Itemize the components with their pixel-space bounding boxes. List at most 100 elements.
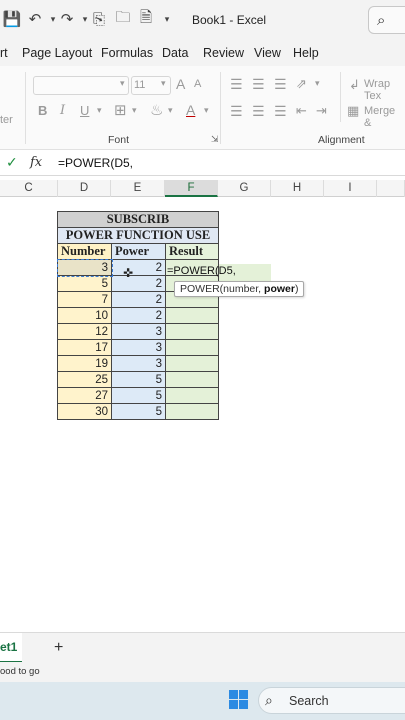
column-header-c[interactable]: C — [0, 180, 58, 197]
document-icon[interactable]: 🗎 — [137, 9, 155, 28]
column-header-f[interactable]: F — [165, 180, 218, 197]
borders-dropdown-icon[interactable]: ▾ — [132, 105, 137, 116]
number-cell[interactable]: 12 — [57, 323, 112, 340]
number-cell[interactable]: 27 — [57, 387, 112, 404]
power-cell[interactable]: 5 — [111, 387, 166, 404]
align-middle-icon[interactable]: ☰ — [252, 76, 265, 93]
function-tooltip[interactable]: POWER(number, power) — [174, 281, 305, 297]
align-left-icon[interactable]: ☰ — [230, 103, 243, 120]
power-cell[interactable]: 3 — [111, 355, 166, 372]
power-cell[interactable]: 5 — [111, 403, 166, 420]
header-power[interactable]: Power — [111, 243, 166, 260]
number-cell[interactable]: 3 — [56, 258, 113, 277]
column-header-g[interactable]: G — [218, 180, 271, 197]
font-size-dropdown-icon[interactable]: ▾ — [161, 78, 166, 89]
sheet-tab-sheet1[interactable]: et1 — [0, 633, 22, 663]
fill-dropdown-icon[interactable]: ▾ — [168, 105, 173, 116]
print-icon[interactable]: ⎘ — [90, 10, 108, 28]
align-right-icon[interactable]: ☰ — [274, 103, 287, 120]
align-center-icon[interactable]: ☰ — [252, 103, 265, 120]
power-cell[interactable]: 2 — [111, 259, 166, 276]
decrease-indent-icon[interactable]: ⇤ — [296, 103, 307, 119]
power-cell[interactable]: 2 — [111, 275, 166, 292]
wrap-text-button[interactable]: Wrap Tex — [364, 78, 405, 102]
power-cell[interactable]: 3 — [111, 339, 166, 356]
result-cell[interactable] — [165, 307, 219, 324]
number-cell[interactable]: 25 — [57, 371, 112, 388]
insert-function-icon[interactable]: fx — [30, 155, 42, 170]
power-cell[interactable]: 2 — [111, 291, 166, 308]
orientation-dropdown-icon[interactable]: ▾ — [315, 78, 320, 89]
menu-page-layout[interactable]: Page Layout — [22, 46, 92, 60]
column-header-i[interactable]: I — [324, 180, 377, 197]
column-header-d[interactable]: D — [58, 180, 111, 197]
grow-font-icon[interactable]: A — [176, 76, 185, 92]
borders-icon[interactable]: ⊞ — [114, 101, 127, 119]
number-cell[interactable]: 5 — [57, 275, 112, 292]
menu-review[interactable]: Review — [203, 46, 244, 60]
bold-button[interactable]: B — [38, 103, 47, 118]
increase-indent-icon[interactable]: ⇥ — [316, 103, 327, 119]
enter-check-icon[interactable]: ✓ — [6, 154, 18, 171]
table-row: 10 2 — [57, 307, 219, 324]
wrap-text-icon[interactable]: ↲ — [349, 77, 360, 93]
font-color-icon[interactable]: A — [186, 102, 195, 118]
number-cell[interactable]: 17 — [57, 339, 112, 356]
search-button[interactable]: ⌕ — [368, 6, 405, 34]
table-row: 19 3 — [57, 355, 219, 372]
number-cell[interactable]: 19 — [57, 355, 112, 372]
ribbon-separator — [220, 72, 221, 144]
menu-view[interactable]: View — [254, 46, 281, 60]
result-cell[interactable] — [165, 387, 219, 404]
customize-toolbar-icon[interactable]: ▾ — [158, 10, 176, 28]
font-name-select[interactable] — [33, 76, 129, 95]
align-bottom-icon[interactable]: ☰ — [274, 76, 287, 93]
font-name-dropdown-icon[interactable]: ▾ — [120, 78, 125, 89]
font-dialog-launcher-icon[interactable]: ⇲ — [211, 134, 219, 145]
result-cell[interactable] — [165, 371, 219, 388]
align-top-icon[interactable]: ☰ — [230, 76, 243, 93]
menu-help[interactable]: Help — [293, 46, 319, 60]
column-header-j[interactable] — [377, 180, 405, 197]
table-subtitle[interactable]: POWER FUNCTION USE — [57, 227, 219, 244]
result-cell[interactable] — [165, 355, 219, 372]
ribbon-separator — [25, 72, 26, 144]
underline-dropdown-icon[interactable]: ▾ — [97, 105, 102, 116]
windows-start-icon[interactable] — [229, 690, 248, 709]
table-title[interactable]: SUBSCRIB — [57, 211, 219, 228]
shrink-font-icon[interactable]: A — [194, 78, 201, 90]
merge-icon[interactable]: ▦ — [347, 103, 359, 119]
save-icon[interactable]: 💾 — [3, 10, 22, 28]
result-cell[interactable] — [165, 403, 219, 420]
power-cell[interactable]: 2 — [111, 307, 166, 324]
table-row: 12 3 — [57, 323, 219, 340]
power-cell[interactable]: 3 — [111, 323, 166, 340]
power-cell[interactable]: 5 — [111, 371, 166, 388]
header-number[interactable]: Number — [57, 243, 112, 260]
column-header-e[interactable]: E — [111, 180, 165, 197]
taskbar-search-box[interactable] — [258, 687, 405, 714]
add-sheet-button[interactable]: + — [54, 639, 63, 657]
menu-formulas[interactable]: Formulas — [101, 46, 153, 60]
result-cell[interactable] — [165, 339, 219, 356]
formula-input[interactable]: =POWER(D5, — [58, 156, 133, 170]
number-cell[interactable]: 7 — [57, 291, 112, 308]
result-cell[interactable] — [165, 323, 219, 340]
number-cell[interactable]: 30 — [57, 403, 112, 420]
menu-data[interactable]: Data — [162, 46, 188, 60]
number-cell[interactable]: 10 — [57, 307, 112, 324]
cell-edit-text[interactable]: =POWER(D5, — [167, 265, 236, 277]
header-result[interactable]: Result — [165, 243, 219, 260]
orientation-icon[interactable]: ⇗ — [296, 76, 307, 92]
cell-select-cursor-icon: ✜ — [123, 266, 134, 280]
redo-icon[interactable]: ↷ — [58, 10, 76, 28]
merge-button[interactable]: Merge & — [364, 105, 405, 129]
undo-icon[interactable]: ↶ — [26, 10, 44, 28]
open-folder-icon[interactable]: 🗀 — [114, 9, 132, 28]
underline-button[interactable]: U — [80, 103, 89, 118]
fill-color-icon[interactable]: ♨ — [150, 101, 163, 119]
menu-insert-stub[interactable]: rt — [0, 46, 8, 60]
italic-button[interactable]: I — [60, 103, 65, 118]
column-header-h[interactable]: H — [271, 180, 324, 197]
font-color-dropdown-icon[interactable]: ▾ — [204, 105, 209, 116]
